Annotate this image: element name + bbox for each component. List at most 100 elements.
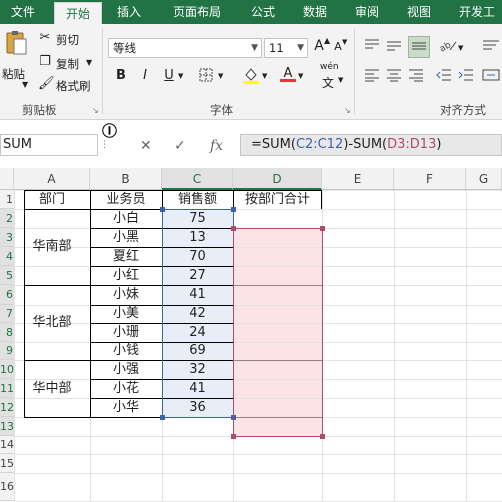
- row-header-8[interactable]: 8: [0, 323, 14, 342]
- select-all-corner[interactable]: [0, 168, 14, 190]
- format-painter-icon[interactable]: 🖌: [38, 76, 55, 91]
- row-header-10[interactable]: 10: [0, 360, 14, 379]
- font-color-dropdown-icon[interactable]: ▼: [298, 72, 303, 80]
- row-header-3[interactable]: 3: [0, 228, 14, 247]
- column-header-b[interactable]: B: [90, 168, 162, 190]
- align-bottom-icon[interactable]: [408, 36, 430, 58]
- insert-function-button[interactable]: fx: [210, 138, 223, 154]
- enter-formula-button[interactable]: ✓: [174, 138, 186, 154]
- paste-dropdown-icon[interactable]: ▼: [22, 80, 28, 89]
- merge-center-icon[interactable]: [482, 68, 500, 86]
- font-color-button[interactable]: A: [284, 66, 293, 81]
- row-header-13[interactable]: 13: [0, 417, 14, 436]
- row-header-4[interactable]: 4: [0, 247, 14, 266]
- borders-icon[interactable]: [198, 68, 214, 86]
- font-name-combo[interactable]: 等线 ▼: [108, 38, 262, 58]
- sales-cell: 36: [189, 400, 206, 415]
- ribbon-tab-bar: 文件 开始 插入 页面布局 公式 数据 审阅 视图 开发工: [0, 0, 502, 25]
- column-header-f[interactable]: F: [394, 168, 466, 190]
- range-resize-handle[interactable]: [320, 434, 325, 439]
- fill-color-dropdown-icon[interactable]: ▼: [262, 72, 267, 80]
- tab-insert[interactable]: 插入: [106, 0, 152, 24]
- increase-indent-icon[interactable]: [458, 68, 474, 86]
- orientation-icon[interactable]: ab: [438, 38, 458, 56]
- column-header-e[interactable]: E: [322, 168, 394, 190]
- copy-icon[interactable]: ❐: [38, 54, 52, 69]
- clipboard-group-label: 剪贴板: [22, 103, 57, 117]
- scissors-icon[interactable]: ✂: [38, 30, 52, 45]
- ribbon-panel: 粘贴 ▼ ✂ 剪切 ❐ 复制 ▼ 🖌 格式刷 剪贴板 ↘ 等线 ▼ 11 ▼ A…: [0, 24, 502, 120]
- paste-icon[interactable]: [4, 30, 28, 56]
- wrap-text-icon[interactable]: [482, 38, 500, 56]
- format-painter-button[interactable]: 格式刷: [56, 78, 91, 94]
- row-header-1[interactable]: 1: [0, 190, 14, 209]
- underline-button[interactable]: U: [162, 68, 176, 83]
- underline-dropdown-icon[interactable]: ▼: [178, 72, 183, 80]
- align-right-icon[interactable]: [408, 68, 424, 86]
- row-header-9[interactable]: 9: [0, 342, 14, 360]
- align-middle-icon[interactable]: [386, 38, 402, 56]
- font-launcher-icon[interactable]: ↘: [344, 106, 351, 115]
- sales-cell: 41: [189, 287, 206, 302]
- name-box[interactable]: SUM: [0, 134, 98, 156]
- tab-file[interactable]: 文件: [0, 0, 46, 24]
- row-header-12[interactable]: 12: [0, 398, 14, 417]
- chevron-down-icon[interactable]: ▼: [297, 39, 304, 57]
- tab-view[interactable]: 视图: [396, 0, 442, 24]
- tab-developer[interactable]: 开发工: [452, 0, 502, 24]
- staff-cell: 夏红: [112, 249, 139, 264]
- formula-prefix: =SUM(: [251, 137, 296, 152]
- phonetic-icon[interactable]: 文: [320, 74, 336, 91]
- bold-button[interactable]: B: [114, 68, 128, 83]
- row-header-6[interactable]: 6: [0, 285, 14, 305]
- font-color-icon[interactable]: A: [280, 66, 296, 82]
- column-header-c[interactable]: C: [162, 168, 233, 190]
- align-center-icon[interactable]: [386, 68, 402, 86]
- header-total: 按部门合计: [244, 192, 310, 207]
- copy-button[interactable]: 复制: [56, 56, 79, 72]
- sales-cell: 24: [189, 325, 206, 340]
- range-resize-handle[interactable]: [231, 434, 236, 439]
- formula-input[interactable]: =SUM(C2:C12)-SUM(D3:D13): [240, 134, 502, 156]
- alignment-group-label: 对齐方式: [440, 103, 486, 117]
- dept-cell-north: 华北部: [32, 315, 72, 330]
- row-header-15[interactable]: 15: [0, 454, 14, 473]
- cancel-formula-button[interactable]: ✕: [140, 138, 152, 154]
- worksheet-grid[interactable]: A B C D E F G 1 2 3 4 5 6 7 8 9 10 11 12 13 14 15 16 部门 业务员 销售额 按部…: [0, 168, 502, 502]
- align-top-icon[interactable]: [364, 38, 380, 56]
- copy-dropdown-icon[interactable]: ▼: [86, 58, 92, 67]
- row-header-7[interactable]: 7: [0, 305, 14, 323]
- row-header-11[interactable]: 11: [0, 379, 14, 398]
- chevron-down-icon[interactable]: ▼: [251, 39, 258, 57]
- align-left-icon[interactable]: [364, 68, 380, 86]
- tab-formulas[interactable]: 公式: [240, 0, 286, 24]
- italic-button[interactable]: I: [138, 68, 152, 83]
- tab-data[interactable]: 数据: [292, 0, 338, 24]
- tab-page-layout[interactable]: 页面布局: [162, 0, 232, 24]
- decrease-indent-icon[interactable]: [436, 68, 452, 86]
- borders-dropdown-icon[interactable]: ▼: [218, 72, 223, 80]
- fill-color-icon[interactable]: [242, 66, 260, 88]
- row-header-14[interactable]: 14: [0, 436, 14, 454]
- range-d3-d13-outline: [233, 228, 323, 437]
- column-header-g[interactable]: G: [466, 168, 502, 190]
- column-header-d[interactable]: D: [233, 168, 322, 190]
- row-header-5[interactable]: 5: [0, 266, 14, 285]
- orientation-dropdown-icon[interactable]: ▼: [458, 44, 463, 52]
- sales-cell: 27: [189, 268, 206, 283]
- tab-home[interactable]: 开始: [54, 2, 102, 25]
- staff-cell: 小白: [112, 211, 139, 226]
- clipboard-launcher-icon[interactable]: ↘: [92, 106, 99, 115]
- name-box-dropdown-icon[interactable]: ⋮: [100, 140, 109, 150]
- cut-button[interactable]: 剪切: [56, 32, 79, 48]
- font-name-value: 等线: [113, 41, 136, 55]
- font-size-combo[interactable]: 11 ▼: [264, 38, 308, 58]
- column-header-a[interactable]: A: [14, 168, 90, 190]
- row-header-2[interactable]: 2: [0, 209, 14, 228]
- phonetic-guide-button[interactable]: wén: [320, 62, 339, 72]
- row-header-16[interactable]: 16: [0, 473, 14, 501]
- range-resize-handle[interactable]: [320, 226, 325, 231]
- tab-review[interactable]: 审阅: [344, 0, 390, 24]
- phonetic-dropdown-icon[interactable]: ▼: [338, 76, 343, 84]
- header-dept: 部门: [38, 192, 65, 207]
